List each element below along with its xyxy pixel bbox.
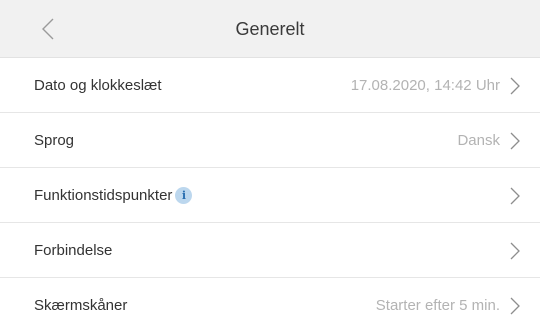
row-date-time[interactable]: Dato og klokkeslæt 17.08.2020, 14:42 Uhr [0,58,540,113]
page-title: Generelt [235,19,305,39]
back-button[interactable] [34,15,62,43]
row-label: Sprog [34,132,75,149]
row-value: Starter efter 5 min. [375,297,500,314]
info-icon[interactable]: i [175,187,193,204]
row-label: Forbindelse [34,242,113,259]
chevron-right-icon [510,242,520,260]
header-bar: Generelt [0,0,540,58]
chevron-right-icon [510,187,520,205]
row-value: 17.08.2020, 14:42 Uhr [350,77,500,94]
chevron-right-icon [510,297,520,315]
settings-screen: Generelt Dato og klokkeslæt 17.08.2020, … [0,0,540,329]
chevron-right-icon [510,77,520,95]
row-connection[interactable]: Forbindelse [0,223,540,278]
chevron-right-icon [510,132,520,150]
row-screensaver[interactable]: Skærmskåner Starter efter 5 min. [0,278,540,329]
row-language[interactable]: Sprog Dansk [0,113,540,168]
row-label: Dato og klokkeslæt [34,77,162,94]
row-value: Dansk [457,132,500,149]
chevron-left-icon [42,18,54,40]
row-label-group: Funktionstidspunkter i [34,168,193,223]
row-label: Skærmskåner [34,297,128,314]
row-function-times[interactable]: Funktionstidspunkter i [0,168,540,223]
row-label: Funktionstidspunkter [34,187,173,204]
